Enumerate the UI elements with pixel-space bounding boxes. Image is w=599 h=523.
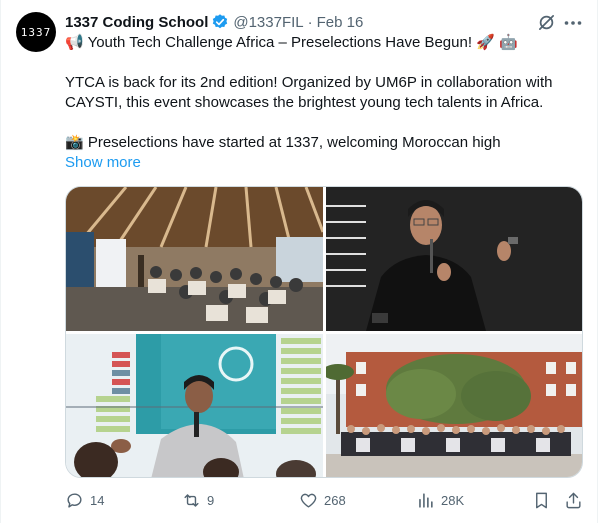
author-handle[interactable]: @1337FIL: [233, 14, 303, 31]
photo-group[interactable]: [326, 334, 582, 477]
tweet-line-2: YTCA is back for its 2nd edition! Organi…: [65, 74, 553, 91]
views-count: 28K: [441, 492, 465, 508]
reply-count: 14: [90, 492, 105, 508]
like-button[interactable]: 268: [299, 488, 346, 512]
bookmark-icon: [536, 492, 547, 508]
like-count: 268: [324, 492, 346, 508]
views-icon: [419, 492, 433, 508]
arduino-image: [66, 334, 323, 477]
avatar[interactable]: 1337: [16, 12, 56, 52]
frame-border-right: [597, 0, 598, 523]
show-more-link[interactable]: Show more: [65, 153, 141, 173]
tweet-card[interactable]: 1337 1337 Coding School @1337FIL · Feb 1…: [0, 0, 599, 523]
header-separator: ·: [307, 13, 313, 31]
grok-icon[interactable]: [537, 13, 556, 32]
tweet-line-3: CAYSTI, this event showcases the brighte…: [65, 94, 544, 111]
share-icon: [566, 492, 581, 508]
photo-arduino-presenter[interactable]: [66, 334, 323, 477]
verified-badge-icon[interactable]: [211, 13, 229, 31]
photo-speaker-mic[interactable]: [326, 187, 582, 331]
reply-icon: [67, 492, 82, 508]
repost-count: 9: [207, 492, 215, 508]
tweet-date[interactable]: Feb 16: [317, 14, 364, 31]
author-name[interactable]: 1337 Coding School: [65, 14, 208, 31]
views-button[interactable]: 28K: [416, 488, 464, 512]
lecture-hall-image: [66, 187, 323, 331]
share-button[interactable]: [564, 488, 583, 512]
group-image: [326, 334, 582, 477]
repost-button[interactable]: 9: [182, 488, 214, 512]
media-grid: [65, 186, 583, 478]
bookmark-button[interactable]: [532, 488, 551, 512]
reply-button[interactable]: 14: [65, 488, 104, 512]
repost-icon: [184, 493, 199, 507]
like-icon: [300, 493, 317, 508]
tweet-header: 1337 Coding School @1337FIL · Feb 16: [65, 12, 363, 32]
frame-border-left: [0, 0, 1, 523]
more-icon[interactable]: [563, 13, 583, 33]
tweet-line-headline: 📢 Youth Tech Challenge Africa – Preselec…: [65, 34, 518, 51]
photo-lecture-hall[interactable]: [66, 187, 323, 331]
action-bar: 14 9 268 28K: [0, 488, 599, 512]
tweet-line-4: 📸 Preselections have started at 1337, we…: [65, 134, 501, 151]
speaker-image: [326, 187, 582, 331]
